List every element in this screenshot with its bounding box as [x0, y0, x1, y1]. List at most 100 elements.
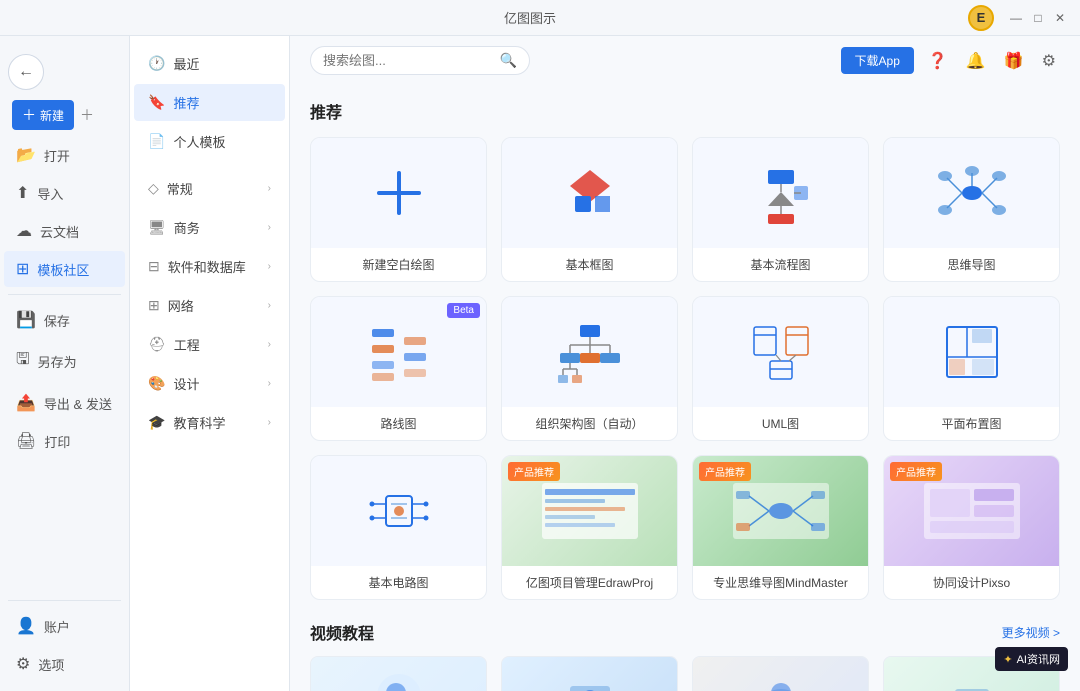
template-card-pixso[interactable]: 产品推荐 协同设计Pixso	[883, 455, 1060, 600]
education-label: 教育科学	[173, 413, 225, 432]
video-grid	[310, 656, 1060, 691]
template-card-img-circuit	[311, 456, 486, 566]
content-topbar: 🔍 下载App ❓ 🔔 🎁 ⚙	[290, 36, 1080, 85]
sidebar-wide-recent[interactable]: 🕐 最近	[134, 45, 285, 82]
floor-label: 平面布置图	[941, 407, 1001, 440]
templates-label: 模板社区	[37, 260, 89, 279]
sidebar-wide-education[interactable]: 🎓 教育科学 ›	[134, 404, 285, 441]
template-card-img-edrawproj: 产品推荐	[502, 456, 677, 566]
user-avatar[interactable]: E	[968, 5, 994, 31]
template-card-img-basic-flow	[693, 138, 868, 248]
gear-icon[interactable]: ⚙	[1038, 47, 1060, 75]
sidebar-wide-software[interactable]: ⊟ 软件和数据库 ›	[134, 248, 285, 285]
sidebar-wide-network[interactable]: ⊞ 网络 ›	[134, 287, 285, 324]
sidebar-item-cloud[interactable]: ☁ 云文档	[4, 213, 125, 249]
template-card-route[interactable]: Beta 路线图	[310, 296, 487, 441]
chevron-right-icon-6: ›	[268, 378, 271, 389]
diamond-icon: ◇	[148, 180, 159, 197]
sidebar-item-saveas[interactable]: 🖫 另存为	[4, 340, 125, 383]
mindmaster-label: 专业思维导图MindMaster	[713, 566, 848, 599]
video-card-3[interactable]	[692, 656, 869, 691]
circuit-icon	[364, 476, 434, 546]
sidebar-wide-business[interactable]: 🖥 商务 ›	[134, 209, 285, 246]
import-label: 导入	[37, 184, 63, 203]
recommend-label: 推荐	[173, 93, 199, 112]
sidebar-item-export[interactable]: 📤 导出 & 发送	[4, 385, 125, 421]
template-card-edrawproj[interactable]: 产品推荐 亿图项目管理EdrawProj	[501, 455, 678, 600]
mindmaster-preview	[731, 481, 831, 541]
mindmap-label: 思维导图	[947, 248, 995, 281]
sidebar-item-save[interactable]: 💾 保存	[4, 302, 125, 338]
chevron-right-icon-2: ›	[268, 222, 271, 233]
template-card-mindmaster[interactable]: 产品推荐	[692, 455, 869, 600]
video-card-2[interactable]	[501, 656, 678, 691]
more-videos-link[interactable]: 更多视频 >	[1002, 624, 1060, 641]
sidebar-wide-recommend[interactable]: 🔖 推荐	[134, 84, 285, 121]
maximize-button[interactable]: □	[1030, 10, 1046, 26]
back-button[interactable]: ←	[8, 54, 44, 90]
new-button[interactable]: ＋ 新建	[12, 100, 74, 130]
sidebar-wide-design[interactable]: 🎨 设计 ›	[134, 365, 285, 402]
print-icon: 🖨	[16, 431, 36, 451]
sidebar-item-account[interactable]: 👤 账户	[4, 608, 125, 644]
template-card-floor[interactable]: 平面布置图	[883, 296, 1060, 441]
new-extra-icon[interactable]: ＋	[80, 105, 94, 125]
sidebar-wide-personal[interactable]: 📄 个人模板	[134, 123, 285, 160]
sidebar-wide-engineering[interactable]: ⛑ 工程 ›	[134, 326, 285, 363]
minimize-button[interactable]: —	[1008, 10, 1024, 26]
template-card-basic-frame[interactable]: 基本框图	[501, 137, 678, 282]
video-placeholder-1	[311, 657, 486, 691]
video-placeholder-3	[693, 657, 868, 691]
sidebar-item-print[interactable]: 🖨 打印	[4, 423, 125, 459]
sidebar-item-settings[interactable]: ⚙ 选项	[4, 646, 125, 682]
open-label: 打开	[44, 146, 70, 165]
engineering-label: 工程	[174, 335, 200, 354]
route-label: 路线图	[380, 407, 416, 440]
template-card-circuit[interactable]: 基本电路图	[310, 455, 487, 600]
beta-badge: Beta	[447, 303, 480, 318]
search-icon: 🔍	[500, 52, 517, 69]
bottom-divider	[8, 600, 121, 601]
download-app-button[interactable]: 下载App	[841, 47, 914, 74]
graduation-icon: 🎓	[148, 414, 165, 431]
back-btn-area: ←	[0, 44, 129, 94]
video-section-title: 视频教程	[310, 620, 374, 644]
question-icon[interactable]: ❓	[924, 47, 952, 75]
edrawproj-preview	[540, 481, 640, 541]
video-card-1[interactable]	[310, 656, 487, 691]
close-button[interactable]: ✕	[1052, 10, 1068, 26]
template-card-new-blank[interactable]: 新建空白绘图	[310, 137, 487, 282]
sidebar-item-open[interactable]: 📂 打开	[4, 137, 125, 173]
chevron-right-icon-3: ›	[268, 261, 271, 272]
template-card-mindmap[interactable]: 思维导图	[883, 137, 1060, 282]
export-label: 导出 & 发送	[44, 394, 112, 413]
sidebar-wide: 🕐 最近 🔖 推荐 📄 个人模板 ◇ 常规 › 🖥	[130, 36, 290, 691]
template-card-basic-flow[interactable]: 基本流程图	[692, 137, 869, 282]
template-card-img-new-blank	[311, 138, 486, 248]
main-layout: ← ＋ 新建 ＋ 📂 打开 ⬆ 导入 ☁ 云文档 ⊞ 模板社区 💾 保存	[0, 36, 1080, 691]
file-icon: 📄	[148, 133, 165, 150]
gift-icon[interactable]: 🎁	[1000, 47, 1028, 75]
template-card-img-uml	[693, 297, 868, 407]
new-btn-row: ＋ 新建 ＋	[0, 94, 129, 136]
sidebar-item-import[interactable]: ⬆ 导入	[4, 175, 125, 211]
template-card-org[interactable]: 组织架构图（自动）	[501, 296, 678, 441]
circuit-label: 基本电路图	[368, 566, 428, 599]
recommend-section-title: 推荐	[310, 99, 1060, 123]
cloud-label: 云文档	[40, 222, 79, 241]
save-label: 保存	[44, 311, 70, 330]
search-input[interactable]	[323, 53, 492, 68]
sidebar-item-templates[interactable]: ⊞ 模板社区	[4, 251, 125, 287]
template-card-img-org	[502, 297, 677, 407]
monitor-icon: 🖥	[148, 219, 166, 236]
pixso-preview	[922, 481, 1022, 541]
bell-icon[interactable]: 🔔	[962, 47, 990, 75]
design-label: 设计	[173, 374, 199, 393]
sidebar-wide-general[interactable]: ◇ 常规 ›	[134, 170, 285, 207]
chevron-right-icon: ›	[268, 183, 271, 194]
template-card-uml[interactable]: UML图	[692, 296, 869, 441]
folder-icon: 📂	[16, 145, 36, 165]
edrawproj-label: 亿图项目管理EdrawProj	[526, 566, 653, 599]
new-blank-icon	[364, 158, 434, 228]
chevron-right-icon-5: ›	[268, 339, 271, 350]
